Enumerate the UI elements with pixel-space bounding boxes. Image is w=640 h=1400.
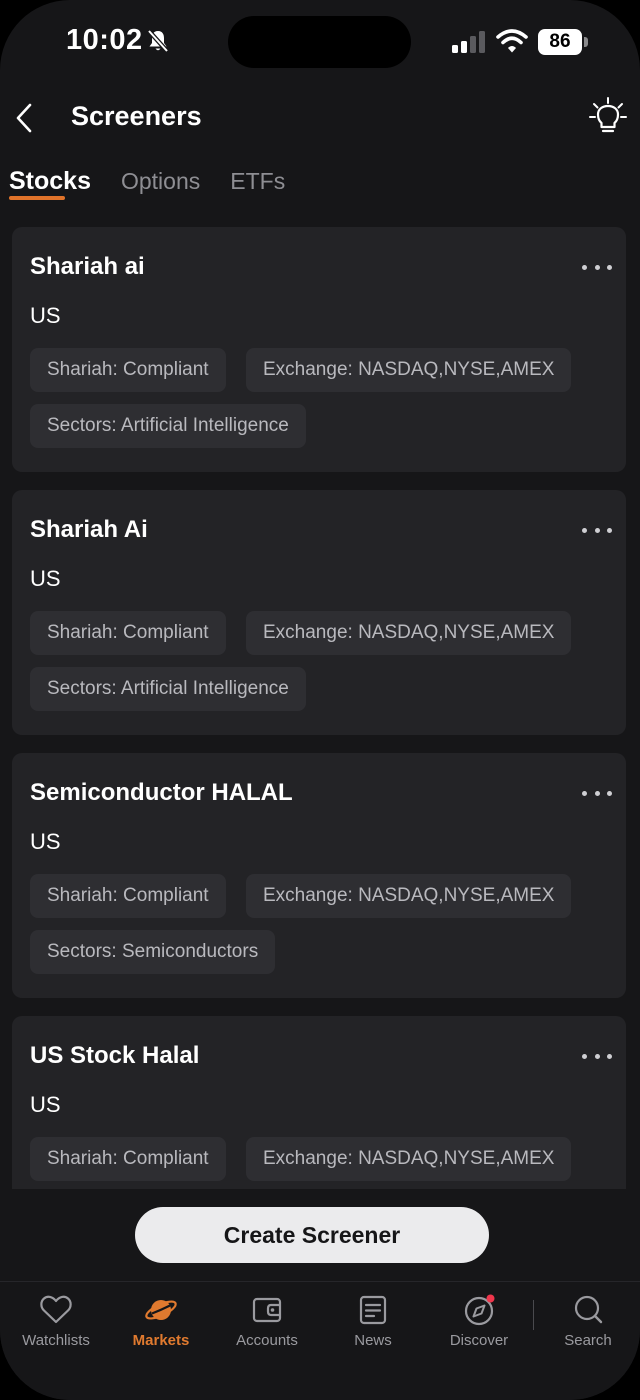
screener-name: US Stock Halal [30,1042,200,1069]
screener-card[interactable]: US Stock Halal US Shariah: Compliant Exc… [12,1016,626,1189]
screener-market: US [30,303,61,328]
filter-chip: Exchange: NASDAQ,NYSE,AMEX [246,611,572,655]
cellular-signal-icon [452,31,485,53]
notification-dot [486,1294,495,1303]
filter-chip: Exchange: NASDAQ,NYSE,AMEX [246,1137,572,1181]
tab-stocks-label: Stocks [9,167,91,195]
wifi-icon [496,29,528,53]
battery-level: 86 [538,29,582,55]
screener-card[interactable]: Shariah ai US Shariah: Compliant Exchang… [12,227,626,472]
screener-type-tabs: Stocks Options ETFs [9,164,285,204]
nav-markets-label: Markets [132,1332,190,1349]
nav-markets[interactable]: Markets [106,1294,216,1358]
filter-chip: Exchange: NASDAQ,NYSE,AMEX [246,348,572,392]
filter-chip: Sectors: Semiconductors [30,930,276,974]
wallet-icon [252,1297,282,1323]
page-title: Screeners [71,101,202,131]
bell-slash-icon [147,29,169,53]
status-bar: 10:02 86 [0,0,640,84]
nav-discover[interactable]: Discover [424,1294,534,1358]
more-options-button[interactable] [582,516,612,544]
filter-chip: Shariah: Compliant [30,874,226,918]
nav-news[interactable]: News [318,1294,428,1358]
battery-nub [584,37,588,47]
back-button[interactable] [8,98,40,138]
screener-name: Shariah ai [30,253,145,280]
status-time: 10:02 [66,24,143,56]
nav-search-label: Search [564,1332,612,1349]
screener-market: US [30,829,61,854]
nav-search[interactable]: Search [533,1294,640,1358]
tab-options-label: Options [120,168,201,194]
bottom-nav: Watchlists Markets Accounts News Discove… [0,1281,640,1400]
active-tab-indicator [9,196,65,200]
screener-market: US [30,566,61,591]
more-options-button[interactable] [582,779,612,807]
tab-options[interactable]: Options [121,164,200,200]
search-icon [574,1295,603,1324]
lightbulb-icon [589,97,627,133]
screener-market: US [30,1092,61,1117]
filter-chip: Sectors: Artificial Intelligence [30,667,306,711]
planet-icon [145,1300,177,1320]
battery-icon: 86 [538,29,588,55]
more-options-button[interactable] [582,253,612,281]
filter-chip: Shariah: Compliant [30,348,226,392]
nav-discover-label: Discover [449,1332,509,1349]
nav-watchlists-label: Watchlists [22,1332,90,1349]
tab-etfs-label: ETFs [230,168,286,194]
screener-card[interactable]: Shariah Ai US Shariah: Compliant Exchang… [12,490,626,735]
nav-accounts-label: Accounts [236,1332,298,1349]
screener-name: Semiconductor HALAL [30,779,293,806]
screener-card[interactable]: Semiconductor HALAL US Shariah: Complian… [12,753,626,998]
compass-icon [464,1294,495,1326]
chevron-left-icon [16,103,32,133]
nav-accounts[interactable]: Accounts [212,1294,322,1358]
nav-watchlists[interactable]: Watchlists [1,1294,111,1358]
screener-list: Shariah ai US Shariah: Compliant Exchang… [12,227,626,1189]
heart-icon [40,1295,72,1324]
screener-name: Shariah Ai [30,516,148,543]
tab-stocks[interactable]: Stocks [9,164,91,200]
tab-etfs[interactable]: ETFs [230,164,285,200]
dynamic-island [228,16,411,68]
filter-chip: Exchange: NASDAQ,NYSE,AMEX [246,874,572,918]
news-icon [359,1295,387,1325]
lightbulb-button[interactable] [588,96,628,138]
filter-chip: Shariah: Compliant [30,1137,226,1181]
filter-chip: Sectors: Artificial Intelligence [30,404,306,448]
filter-chip: Shariah: Compliant [30,611,226,655]
nav-news-label: News [354,1332,392,1349]
create-screener-button[interactable]: Create Screener [135,1207,489,1263]
more-options-button[interactable] [582,1042,612,1070]
phone-screen: 10:02 86 Screeners Stocks Options ETFs S… [0,0,640,1400]
